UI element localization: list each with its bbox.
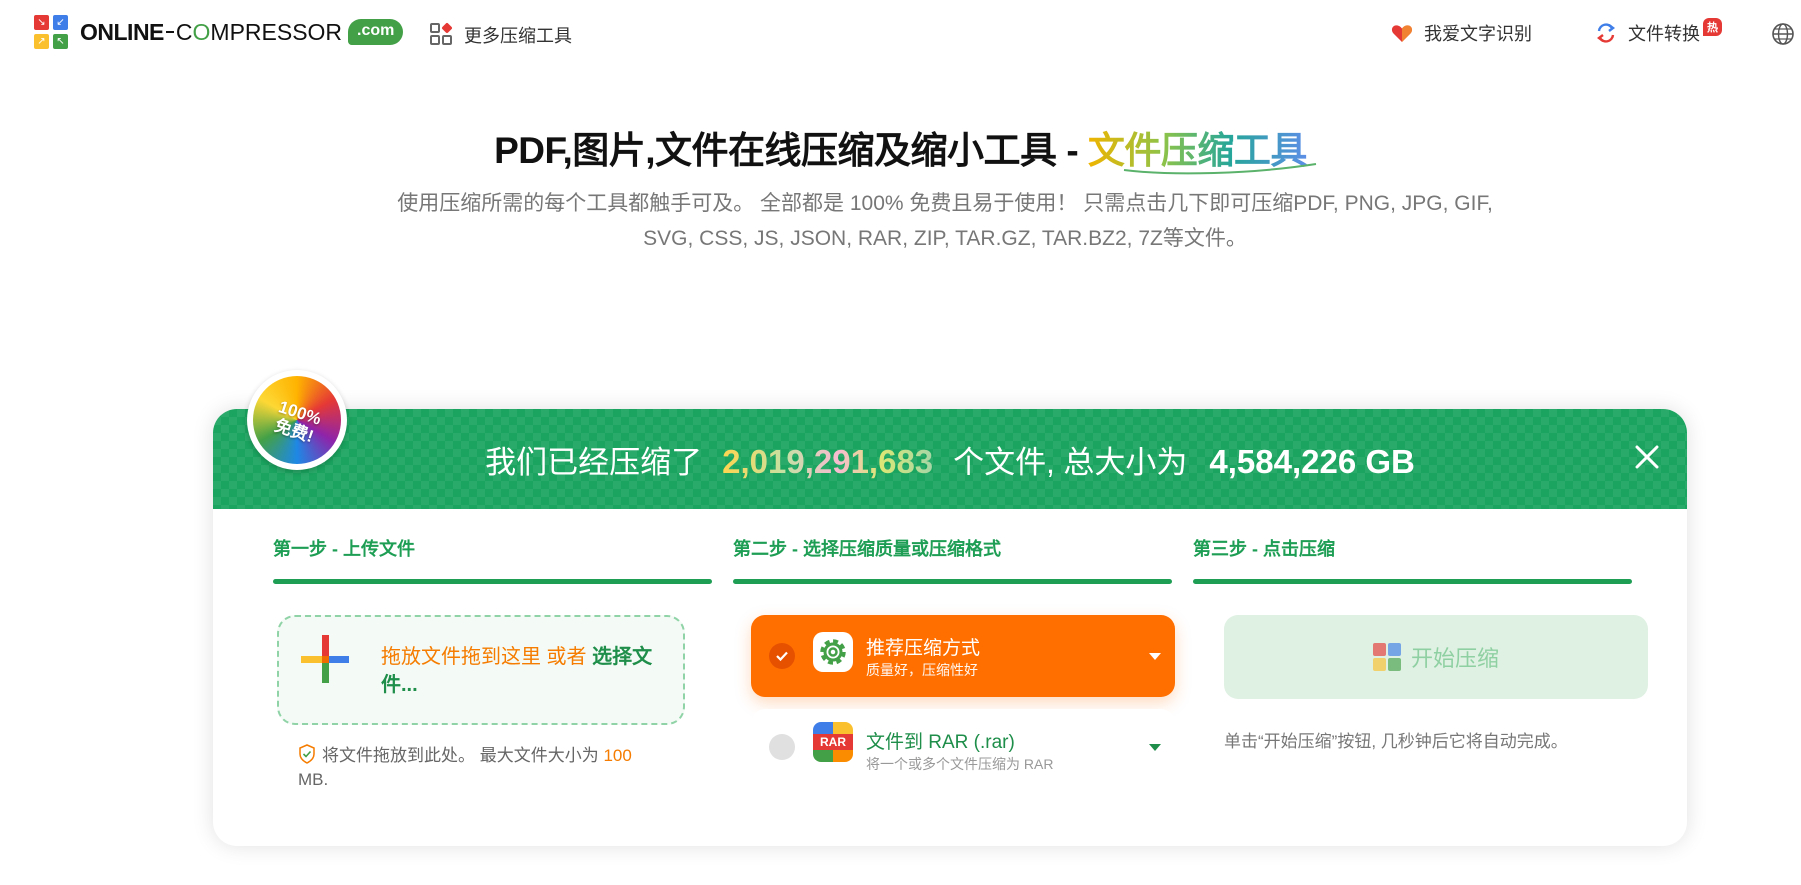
top-navigation: ↘ ↙ ↗ ↖ ONLINE C O MPRESSOR .com 更多压缩工具 … xyxy=(0,0,1801,70)
hot-badge: 热 xyxy=(1703,18,1722,36)
rar-icon-text: RAR xyxy=(820,735,846,749)
free-badge-text: 100% 免费! xyxy=(249,390,344,453)
globe-icon[interactable] xyxy=(1771,22,1795,46)
dropzone-instruction: 拖放文件拖到这里 或者 xyxy=(381,646,593,668)
page-title: PDF,图片,文件在线压缩及缩小工具 - 文件压缩工具 xyxy=(0,120,1801,174)
step2-label: 第二步 - 选择压缩质量或压缩格式 xyxy=(733,539,1001,559)
stats-middle: 个文件, 总大小为 xyxy=(953,445,1188,480)
nav-convert-link[interactable]: 文件转换 热 xyxy=(1594,18,1722,46)
compress-grid-icon xyxy=(1372,643,1401,671)
nav-convert-label: 文件转换 xyxy=(1628,24,1700,44)
gear-icon xyxy=(813,632,853,672)
chevron-down-icon[interactable] xyxy=(1149,744,1161,751)
stats-banner: 我们已经压缩了 2,019,291,683 个文件, 总大小为 4,584,226 G… xyxy=(213,409,1687,509)
nav-convert-text: 文件转换 热 xyxy=(1628,18,1722,46)
nav-ocr-label: 我爱文字识别 xyxy=(1424,24,1532,44)
heart-icon xyxy=(1391,25,1413,42)
logo-text-rest: MPRESSOR xyxy=(210,18,343,45)
tools-grid-icon xyxy=(430,22,454,47)
step1-label: 第一步 - 上传文件 xyxy=(273,539,415,559)
format-recommended-desc: 质量好，压缩性好 xyxy=(866,662,978,678)
stats-total-size: 4,584,226 GB xyxy=(1209,443,1415,480)
start-compress-label: 开始压缩 xyxy=(1410,646,1499,671)
stats-prefix: 我们已经压缩了 xyxy=(485,445,703,480)
compress-hint: 单击“开始压缩”按钮, 几秒钟后它将自动完成。 xyxy=(1224,732,1568,751)
stats-text: 我们已经压缩了 2,019,291,683 个文件, 总大小为 4,584,226 G… xyxy=(213,437,1687,482)
convert-arrows-icon xyxy=(1597,23,1615,43)
upload-max-unit: MB. xyxy=(298,770,329,789)
free-badge-disc: 100% 免费! xyxy=(253,376,341,464)
logo-com-badge: .com xyxy=(348,19,404,45)
format-option-rar[interactable]: RAR 文件到 RAR (.rar) 将一个或多个文件压缩为 RAR xyxy=(751,709,1175,789)
step2-progress-bar xyxy=(733,579,1172,584)
close-icon[interactable] xyxy=(1629,439,1665,475)
format-recommended-title: 推荐压缩方式 xyxy=(866,638,981,659)
start-compress-button[interactable]: 开始压缩 xyxy=(1224,615,1648,699)
upload-hint: 将文件拖放到此处。 最大文件大小为 100 MB. xyxy=(298,744,638,792)
site-logo[interactable]: ↘ ↙ ↗ ↖ ONLINE C O MPRESSOR .com xyxy=(34,15,404,49)
step1-progress-bar xyxy=(273,579,712,584)
nav-ocr-link[interactable]: 我爱文字识别 xyxy=(1390,20,1532,46)
rar-icon: RAR xyxy=(813,722,853,762)
format-rar-desc: 将一个或多个文件压缩为 RAR xyxy=(866,756,1054,772)
free-badge: 100% 免费! xyxy=(247,370,347,470)
radio-unchecked[interactable] xyxy=(769,734,795,760)
format-rar-title: 文件到 RAR (.rar) xyxy=(866,732,1015,753)
logo-text-o: O xyxy=(192,18,211,45)
page-title-plain: PDF,图片,文件在线压缩及缩小工具 - xyxy=(494,130,1088,171)
more-tools-label: 更多压缩工具 xyxy=(464,26,572,46)
shield-check-icon xyxy=(299,744,315,764)
upload-hint-text: 将文件拖放到此处。 最大文件大小为 xyxy=(322,746,604,765)
logo-grid-icon: ↘ ↙ ↗ ↖ xyxy=(34,15,68,49)
title-underline-swoosh xyxy=(1123,163,1317,175)
file-dropzone[interactable]: 拖放文件拖到这里 或者 选择文件... xyxy=(277,615,685,725)
stats-file-count: 2,019,291,683 xyxy=(722,443,934,480)
logo-text-bold: ONLINE xyxy=(80,18,164,45)
format-option-recommended[interactable]: 推荐压缩方式 质量好，压缩性好 xyxy=(751,615,1175,697)
logo-wordmark: ONLINE C O MPRESSOR xyxy=(80,19,342,46)
chevron-down-icon[interactable] xyxy=(1149,653,1161,660)
logo-dash xyxy=(165,31,174,33)
step3-label: 第三步 - 点击压缩 xyxy=(1193,539,1335,559)
step3-progress-bar xyxy=(1193,579,1632,584)
plus-icon xyxy=(301,635,349,683)
more-tools-link[interactable]: 更多压缩工具 xyxy=(430,22,572,48)
upload-max-size: 100 xyxy=(603,746,632,765)
compressor-card: 我们已经压缩了 2,019,291,683 个文件, 总大小为 4,584,226 G… xyxy=(213,409,1687,846)
check-icon xyxy=(769,643,795,669)
dropzone-text: 拖放文件拖到这里 或者 选择文件... xyxy=(381,643,671,699)
logo-text-c: C xyxy=(175,18,193,45)
page-subtitle: 使用压缩所需的每个工具都触手可及。 全部都是 100% 免费且易于使用！ 只需点… xyxy=(397,192,1493,250)
